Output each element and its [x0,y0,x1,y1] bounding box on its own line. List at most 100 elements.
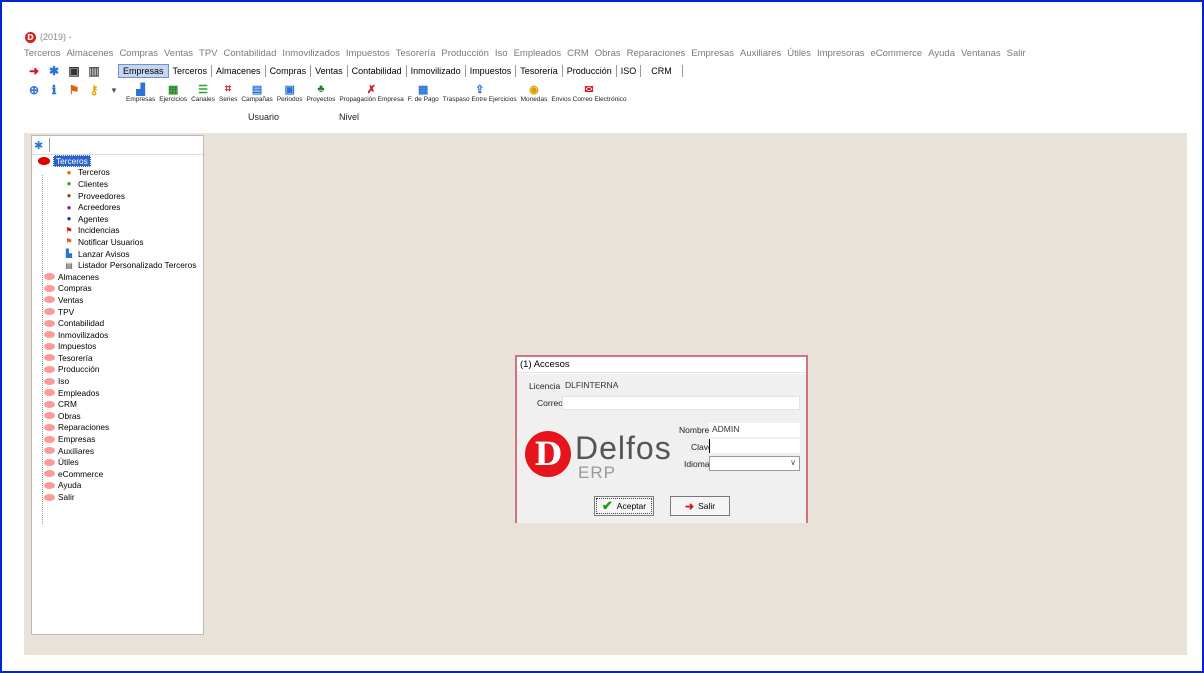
menu-tpv[interactable]: TPV [199,48,217,62]
toolbar-monedas[interactable]: ◉ Monedas [519,82,550,104]
flag-icon[interactable]: ⚑ [64,82,84,98]
navigation-tree: Terceros ● Terceros ● Clientes ● Proveedore… [32,154,203,524]
menu-empresas[interactable]: Empresas [691,48,734,62]
nombre-field[interactable]: ADMIN [709,423,800,437]
tree-node-terceros-root[interactable]: Terceros [32,154,203,167]
tree-item-tpv[interactable]: TPV [32,306,203,318]
search-icon[interactable]: ⊕ [24,82,44,98]
tree-item-empresas[interactable]: Empresas [32,433,203,445]
tree-item-compras[interactable]: Compras [32,283,203,295]
tab-impuestos[interactable]: Impuestos [466,65,517,77]
tree-item-salir[interactable]: Salir [32,491,203,503]
idioma-select[interactable]: ∨ [709,456,800,471]
tree-item-reparaciones[interactable]: Reparaciones [32,422,203,434]
correo-field[interactable] [562,396,800,410]
tree-item-terceros[interactable]: ● Terceros [32,167,203,179]
menu-almacenes[interactable]: Almacenes [66,48,113,62]
building-icon[interactable]: ▥ [84,63,104,79]
tab-tesoreria[interactable]: Tesorería [516,65,563,77]
tree-item-ecommerce[interactable]: eCommerce [32,468,203,480]
toolbar-envios[interactable]: ✉ Envios Correo Electrónico [549,82,628,104]
tree-item-iso[interactable]: Iso [32,375,203,387]
menu-utiles[interactable]: Útiles [787,48,811,62]
toolbar-fdepago[interactable]: ▦ F. de Pago [406,82,441,104]
tree-item-agentes[interactable]: ● Agentes [32,213,203,225]
node-bullet-icon [44,342,55,350]
tree-item-utiles[interactable]: Útiles [32,456,203,468]
toolbar-periodos[interactable]: ▣ Periodos [275,82,305,104]
tree-item-auxiliares[interactable]: Auxiliares [32,445,203,457]
exit-button[interactable]: ➜ Salir [670,496,730,516]
menu-reparaciones[interactable]: Reparaciones [627,48,686,62]
tree-item-ayuda[interactable]: Ayuda [32,480,203,492]
toolbar-proyectos[interactable]: ♣ Proyectos [304,82,337,103]
tree-item-lanzar-avisos[interactable]: ▙ Lanzar Avisos [32,248,203,260]
menu-terceros[interactable]: Terceros [24,48,60,62]
tree-item-clientes[interactable]: ● Clientes [32,178,203,190]
menu-empleados[interactable]: Empleados [514,48,562,62]
toolbar-ejercicios[interactable]: ▦ Ejercicios [157,82,189,104]
menu-ventas[interactable]: Ventas [164,48,193,62]
menu-ayuda[interactable]: Ayuda [928,48,955,62]
tree-item-obras[interactable]: Obras [32,410,203,422]
toolbar-series[interactable]: ⌗ Series [217,82,239,104]
toolbar-propagacion[interactable]: ✗ Propagación Empresa [337,82,405,104]
menu-tesoreria[interactable]: Tesorería [396,48,436,62]
tree-item-proveedores[interactable]: ● Proveedores [32,190,203,202]
flag-icon: ⚑ [65,225,73,235]
person-icon: ● [66,214,72,224]
gear-icon[interactable]: ✱ [34,139,43,152]
menu-obras[interactable]: Obras [595,48,621,62]
tab-empresas[interactable]: Empresas [118,64,169,78]
toolbar-traspaso[interactable]: ⇪ Traspaso Entre Ejercicios [441,82,519,104]
tree-item-incidencias[interactable]: ⚑ Incidencias [32,225,203,237]
accept-button[interactable]: ✔ Aceptar [594,496,654,516]
menu-ecommerce[interactable]: eCommerce [870,48,922,62]
menu-compras[interactable]: Compras [119,48,158,62]
tab-almacenes[interactable]: Almacenes [212,65,266,77]
dropdown-arrow-icon[interactable]: ▼ [104,82,124,98]
calculator-icon[interactable]: ▣ [64,63,84,79]
menu-impresoras[interactable]: Impresoras [817,48,865,62]
tree-item-ventas[interactable]: Ventas [32,294,203,306]
exit-icon[interactable]: ➜ [24,63,44,79]
info-icon[interactable]: ℹ [44,82,64,98]
tree-item-produccion[interactable]: Producción [32,364,203,376]
menu-produccion[interactable]: Producción [441,48,489,62]
tree-item-listador[interactable]: ▤ Listador Personalizado Terceros [32,259,203,271]
node-bullet-icon [44,319,55,327]
tab-iso[interactable]: ISO [617,65,642,77]
menu-iso[interactable]: Iso [495,48,508,62]
tree-item-almacenes[interactable]: Almacenes [32,271,203,283]
tree-item-empleados[interactable]: Empleados [32,387,203,399]
menu-ventanas[interactable]: Ventanas [961,48,1001,62]
notice-icon: ▙ [65,249,73,259]
gear-icon[interactable]: ✱ [44,63,64,79]
tree-item-impuestos[interactable]: Impuestos [32,341,203,353]
tree-item-tesoreria[interactable]: Tesorería [32,352,203,364]
tab-terceros[interactable]: Terceros [169,65,213,77]
menu-crm[interactable]: CRM [567,48,589,62]
tab-ventas[interactable]: Ventas [311,65,348,77]
menu-impuestos[interactable]: Impuestos [346,48,390,62]
menu-salir[interactable]: Salir [1007,48,1026,62]
menu-contabilidad[interactable]: Contabilidad [224,48,277,62]
tree-item-inmovilizados[interactable]: Inmovilizados [32,329,203,341]
tree-item-acreedores[interactable]: ● Acreedores [32,201,203,213]
key-icon[interactable]: ⚷ [84,82,104,98]
tree-item-notificar-usuarios[interactable]: ⚑ Notificar Usuarios [32,236,203,248]
tab-compras[interactable]: Compras [266,65,312,77]
tab-crm[interactable]: CRM [641,65,683,77]
tree-item-contabilidad[interactable]: Contabilidad [32,317,203,329]
tab-inmovilizado[interactable]: Inmovilizado [407,65,466,77]
tab-contabilidad[interactable]: Contabilidad [348,65,407,77]
menu-inmovilizados[interactable]: Inmovilizados [282,48,340,62]
tab-produccion[interactable]: Producción [563,65,617,77]
tree-icon: ♣ [317,83,325,95]
clave-field[interactable] [709,439,800,453]
toolbar-empresas[interactable]: ▟ Empresas [124,82,157,104]
menu-auxiliares[interactable]: Auxiliares [740,48,781,62]
toolbar-canales[interactable]: ☰ Canales [189,82,217,104]
toolbar-campanas[interactable]: ▤ Campañas [239,82,274,104]
tree-item-crm[interactable]: CRM [32,398,203,410]
